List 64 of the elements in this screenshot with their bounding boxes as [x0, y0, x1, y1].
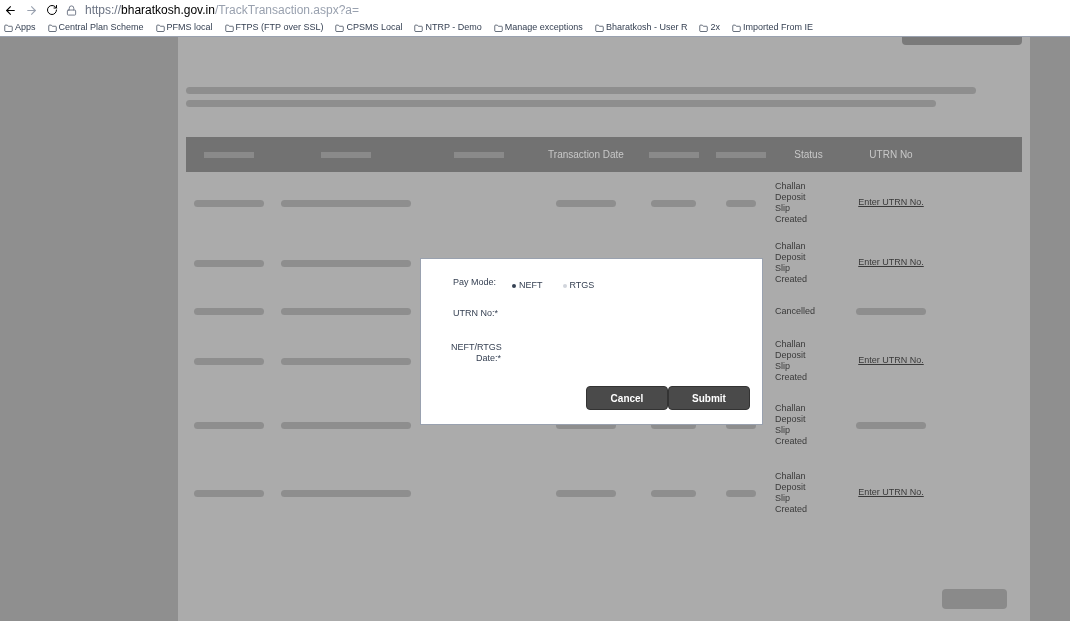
- bookmark-item[interactable]: FTPS (FTP over SSL): [224, 21, 324, 35]
- dialog-button[interactable]: Cancel: [586, 386, 668, 410]
- enter-utrn-link[interactable]: Enter UTRN No.: [858, 256, 924, 270]
- pay-mode-radio[interactable]: RTGS: [562, 279, 595, 293]
- blurred-text-drawing: [193, 199, 264, 207]
- folder-icon: [699, 23, 709, 33]
- blurred-text-drawing: [726, 199, 756, 207]
- status-text: Challan Deposit Slip Created: [775, 339, 809, 383]
- blurred-text-drawing: [193, 307, 264, 315]
- blurred-text-drawing: [726, 489, 756, 497]
- bookmark-item[interactable]: Manage exceptions: [493, 21, 583, 35]
- enter-utrn-link[interactable]: Enter UTRN No.: [858, 196, 924, 210]
- blurred-text-drawing: [193, 357, 264, 365]
- pay-mode-radio[interactable]: NEFT: [512, 279, 543, 293]
- dialog-button[interactable]: Submit: [668, 386, 750, 410]
- column-header: Transaction Date: [548, 148, 624, 162]
- bookmark-item[interactable]: 2x: [699, 21, 720, 35]
- blurred-text-drawing: [556, 199, 616, 207]
- status-text: Challan Deposit Slip Created: [775, 471, 809, 515]
- bookmark-item[interactable]: CPSMS Local: [335, 21, 403, 35]
- blurred-text-drawing: [716, 151, 766, 158]
- enter-utrn-link[interactable]: Enter UTRN No.: [858, 486, 924, 500]
- status-text: Challan Deposit Slip Created: [775, 241, 809, 285]
- folder-icon: [414, 23, 424, 33]
- back-icon[interactable]: [4, 3, 17, 17]
- bookmark-item[interactable]: Apps: [4, 21, 36, 35]
- enter-utrn-link[interactable]: Enter UTRN No.: [858, 354, 924, 368]
- bookmark-item[interactable]: NTRP - Demo: [414, 21, 482, 35]
- blurred-text-drawing: [203, 151, 254, 158]
- column-header: UTRN No: [869, 148, 913, 162]
- bookmark-item[interactable]: Central Plan Scheme: [47, 21, 144, 35]
- blurred-text-drawing: [193, 489, 264, 497]
- status-text: Challan Deposit Slip Created: [775, 181, 809, 225]
- blurred-text-drawing: [856, 421, 926, 429]
- column-header: Status: [794, 148, 823, 162]
- blurred-text-drawing: [453, 151, 504, 158]
- blurred-text-drawing: [651, 199, 696, 207]
- blurred-text-drawing: [193, 259, 264, 267]
- blurred-text-drawing: [321, 151, 371, 158]
- field-label: NEFT/RTGS Date:*: [451, 342, 501, 364]
- folder-icon: [155, 23, 165, 33]
- folder-icon: [594, 23, 604, 33]
- forward-icon[interactable]: [25, 3, 38, 17]
- blurred-text-drawing: [648, 151, 699, 158]
- blurred-text-drawing: [856, 307, 926, 315]
- status-text: Challan Deposit Slip Created: [775, 403, 809, 447]
- bookmark-item[interactable]: PFMS local: [155, 21, 213, 35]
- lock-icon: [66, 4, 77, 16]
- reload-icon[interactable]: [46, 4, 58, 16]
- blurred-text-drawing: [651, 489, 696, 497]
- folder-icon: [493, 23, 503, 33]
- blurred-text-drawing: [556, 489, 616, 497]
- blurred-text-drawing: [193, 421, 264, 429]
- folder-icon: [731, 23, 741, 33]
- folder-icon: [224, 23, 234, 33]
- field-label: UTRN No:*: [453, 306, 499, 320]
- bookmark-item[interactable]: Bharatkosh - User R: [594, 21, 688, 35]
- url-text[interactable]: https://bharatkosh.gov.in/TrackTransaction.aspx?a=: [85, 1, 360, 19]
- bookmark-item[interactable]: Imported From IE: [731, 21, 813, 35]
- folder-icon: [47, 23, 57, 33]
- folder-icon: [335, 23, 345, 33]
- status-text: Cancelled: [775, 305, 817, 317]
- field-label: Pay Mode:: [453, 276, 497, 289]
- folder-icon: [4, 23, 13, 33]
